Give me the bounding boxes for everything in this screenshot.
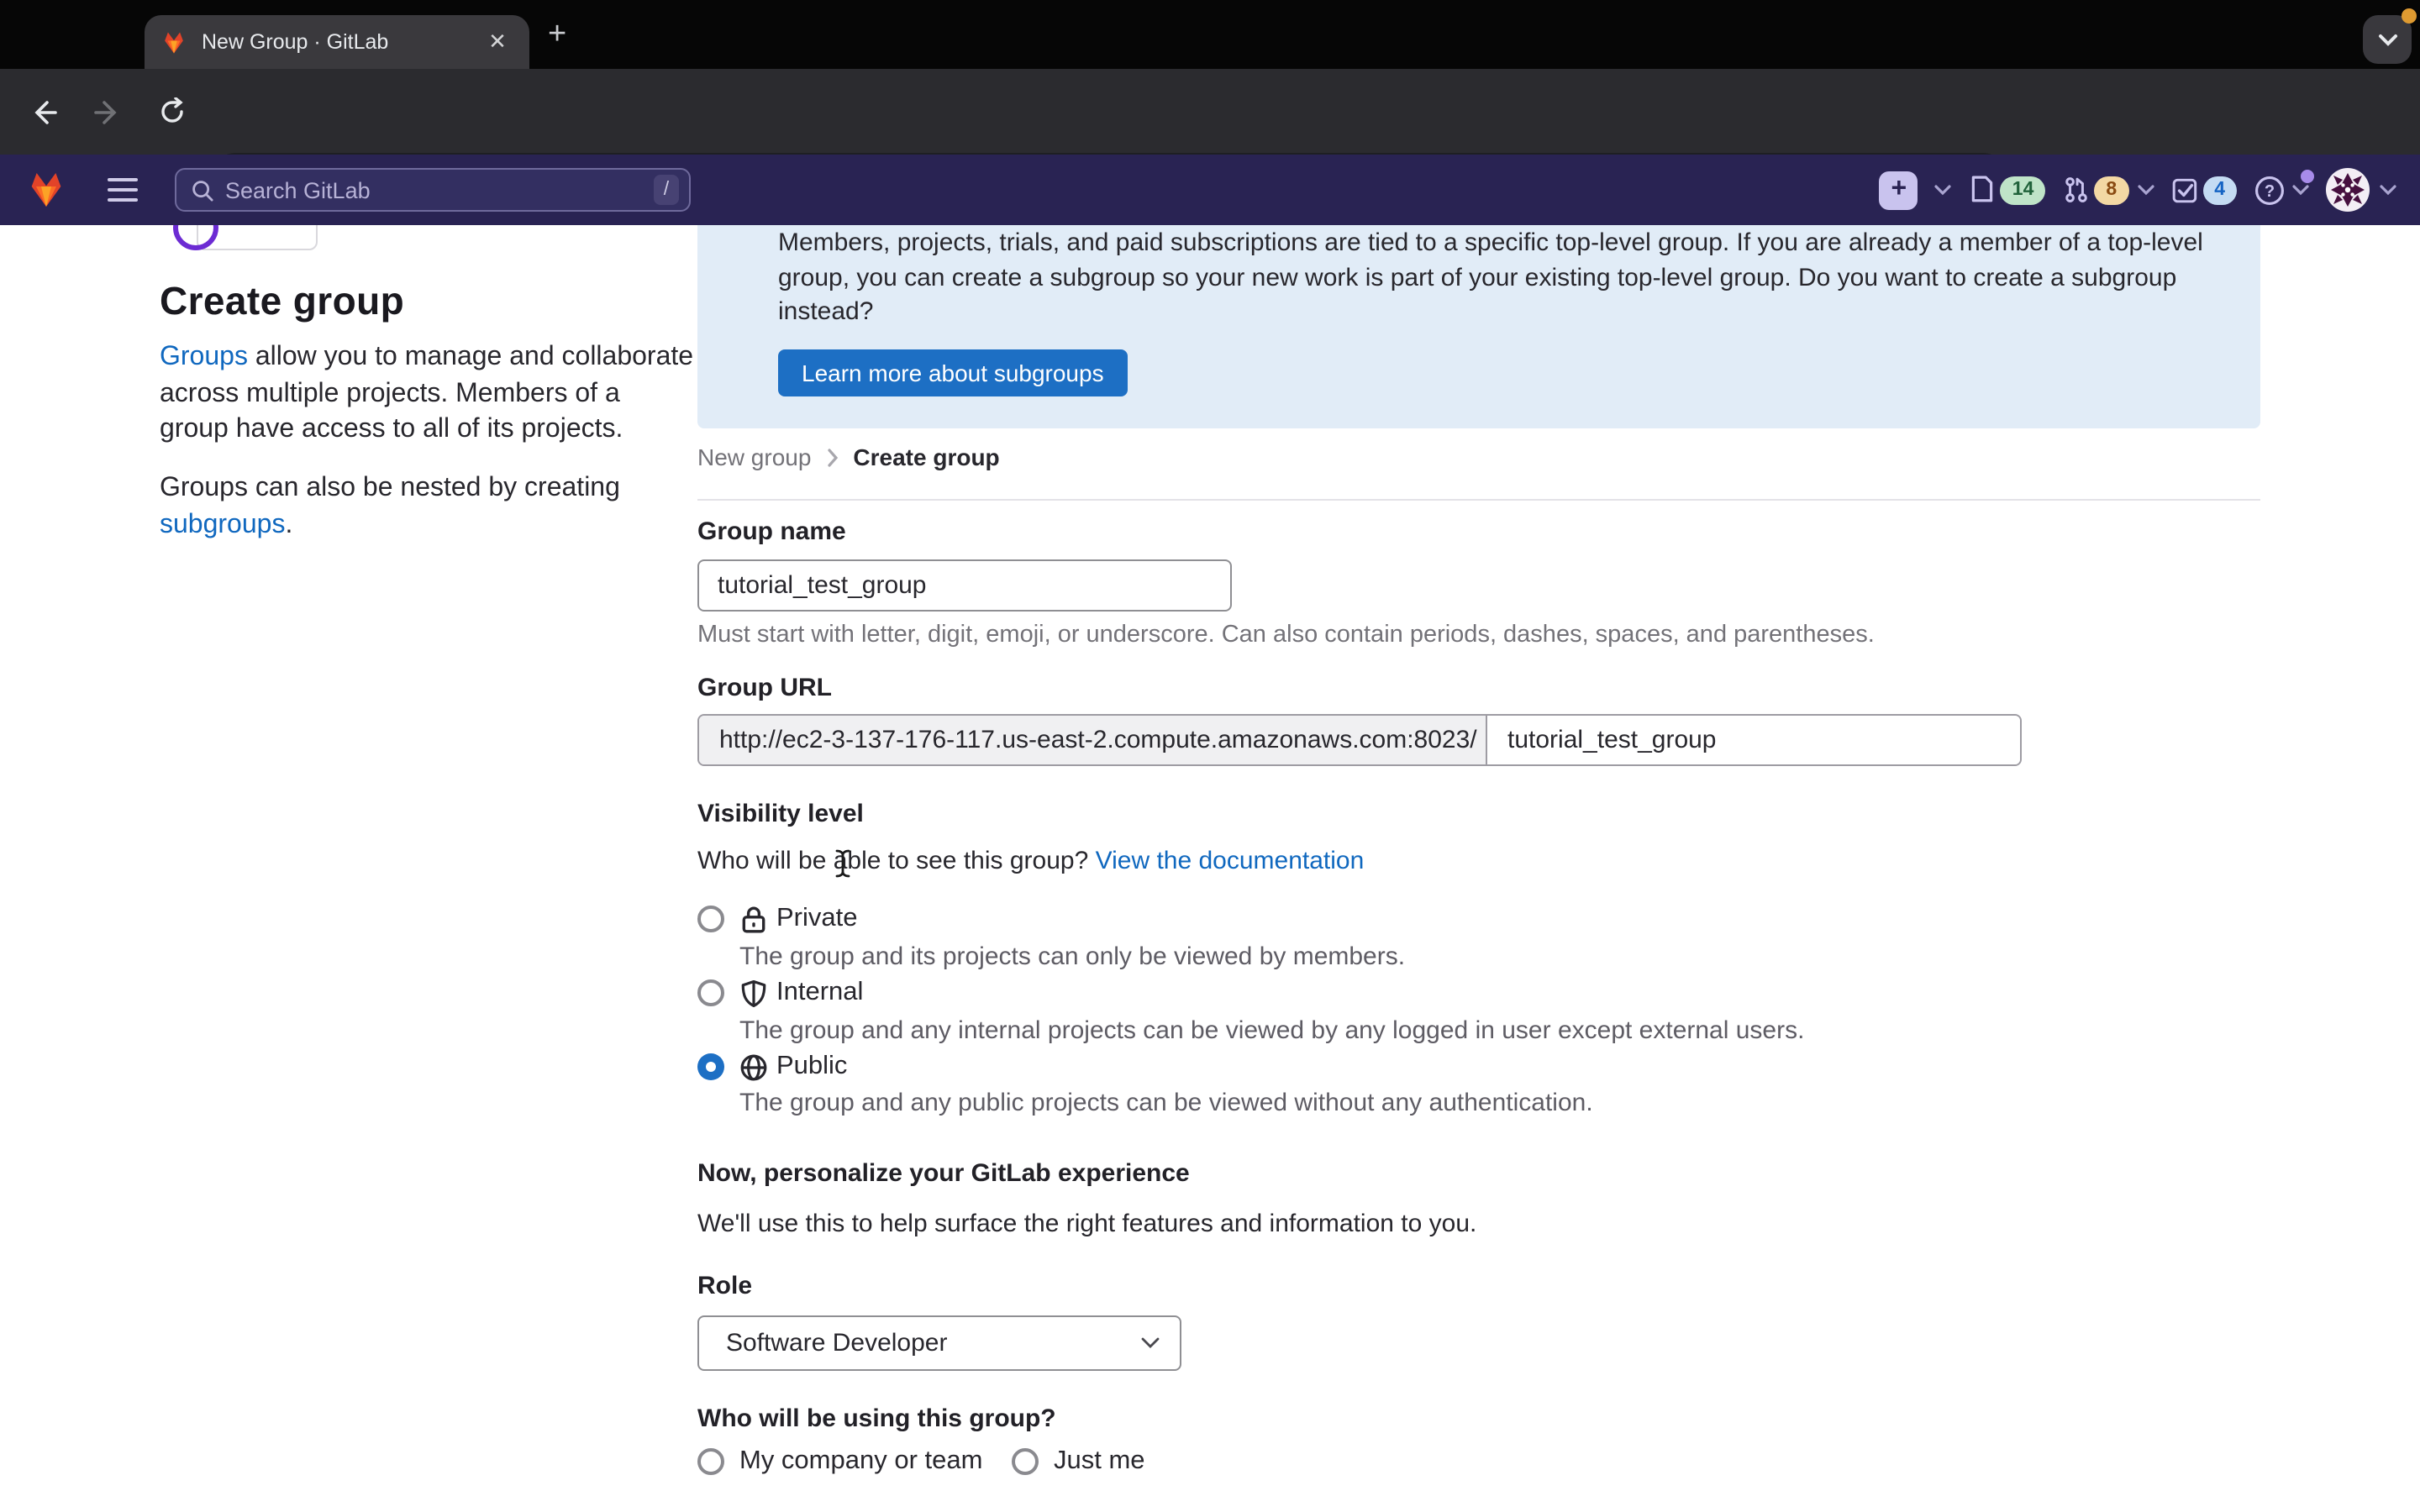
subgroups-description: Groups can also be nested by creating su… (160, 470, 620, 543)
subgroup-info-banner: Members, projects, trials, and paid subs… (697, 225, 2260, 428)
tab-search-button[interactable] (2363, 15, 2412, 64)
radio-company-or-team[interactable] (697, 1448, 724, 1475)
public-description: The group and any public projects can be… (739, 1089, 1593, 1117)
merge-requests-counter[interactable]: 8 (2062, 175, 2154, 205)
user-avatar (2326, 168, 2370, 212)
reload-button[interactable] (155, 95, 188, 129)
chevron-down-icon (2377, 33, 2397, 46)
chevron-down-icon (2292, 184, 2309, 196)
role-select-value: Software Developer (726, 1329, 1141, 1357)
visibility-label: Visibility level (697, 800, 864, 828)
group-url-input[interactable] (1487, 716, 2020, 764)
radio-just-me[interactable] (1012, 1448, 1039, 1475)
radio-internal[interactable] (697, 979, 724, 1006)
todos-counter[interactable]: 4 (2170, 175, 2237, 205)
svg-text:?: ? (2265, 181, 2275, 200)
personalize-heading: Now, personalize your GitLab experience (697, 1159, 1190, 1188)
browser-tabstrip: New Group · GitLab ✕ + (0, 0, 2420, 69)
banner-text: Members, projects, trials, and paid subs… (778, 227, 2203, 330)
groups-description: Groups allow you to manage and collabora… (160, 339, 693, 448)
internal-description: The group and any internal projects can … (739, 1016, 1804, 1045)
help-notification-dot (2301, 169, 2314, 182)
issues-count-badge: 14 (2001, 176, 2046, 204)
group-name-input[interactable] (697, 559, 1232, 612)
group-url-prefix: http://ec2-3-137-176-117.us-east-2.compu… (699, 716, 1487, 764)
issues-icon (1969, 175, 1997, 205)
search-shortcut-key: / (654, 175, 679, 205)
gitlab-favicon-icon (161, 29, 187, 55)
user-menu[interactable] (2326, 168, 2396, 212)
breadcrumb-chevron-icon (826, 448, 838, 466)
chevron-down-icon (2380, 184, 2396, 196)
browser-toolbar: Not Secure ec2-3-137-176-117.us-east-2.c… (0, 69, 2420, 155)
role-select[interactable]: Software Developer (697, 1315, 1181, 1371)
group-name-label: Group name (697, 517, 846, 546)
page-content: Create group Groups allow you to manage … (0, 155, 2420, 1512)
radio-internal-label[interactable]: Internal (776, 978, 863, 1008)
private-description: The group and its projects can only be v… (739, 942, 1405, 971)
issues-counter[interactable]: 14 (1969, 175, 2046, 205)
screen: New Group · GitLab ✕ + Not Secure ec2-3-… (0, 0, 2420, 1512)
new-tab-button[interactable]: + (548, 22, 566, 49)
radio-just-me-label[interactable]: Just me (1054, 1446, 1145, 1477)
group-name-help: Must start with letter, digit, emoji, or… (697, 622, 1875, 648)
chevron-down-icon[interactable] (1935, 184, 1952, 196)
browser-tab[interactable]: New Group · GitLab ✕ (145, 15, 529, 69)
todos-count-badge: 4 (2202, 176, 2237, 204)
breadcrumb-current: Create group (853, 444, 999, 470)
who-label: Who will be using this group? (697, 1404, 1056, 1433)
search-icon (192, 179, 213, 201)
section-divider (697, 499, 2260, 501)
search-placeholder: Search GitLab (225, 177, 654, 202)
update-indicator-dot (2402, 8, 2417, 24)
forward-button[interactable] (91, 95, 124, 129)
gitlab-navbar: Search GitLab / + 14 8 4 ? (0, 155, 2420, 225)
tab-close-icon[interactable]: ✕ (482, 27, 513, 57)
lock-icon (739, 906, 768, 934)
radio-private-label[interactable]: Private (776, 904, 858, 934)
text-cursor (834, 848, 852, 887)
view-documentation-link[interactable]: View the documentation (1096, 847, 1365, 875)
groups-link[interactable]: Groups (160, 343, 248, 371)
group-url-label: Group URL (697, 674, 832, 702)
tab-title: New Group · GitLab (202, 30, 482, 54)
page-title: Create group (160, 279, 404, 324)
chevron-down-icon (2137, 184, 2154, 196)
personalize-subtext: We'll use this to help surface the right… (697, 1210, 1476, 1238)
todo-check-icon (2170, 175, 2199, 205)
main-menu-hamburger-icon[interactable] (108, 178, 138, 202)
group-url-field: http://ec2-3-137-176-117.us-east-2.compu… (697, 714, 2022, 766)
merge-requests-count-badge: 8 (2094, 176, 2128, 204)
role-label: Role (697, 1272, 752, 1300)
radio-public[interactable] (697, 1053, 724, 1080)
breadcrumb: New group Create group (697, 444, 1000, 470)
gitlab-logo-icon[interactable] (25, 170, 67, 210)
create-new-button[interactable]: + (1880, 171, 1918, 209)
help-icon: ? (2254, 174, 2286, 206)
merge-request-icon (2062, 175, 2091, 205)
radio-public-label[interactable]: Public (776, 1052, 847, 1082)
back-button[interactable] (27, 95, 60, 129)
visibility-question: Who will be able to see this group? View… (697, 847, 1364, 875)
breadcrumb-parent[interactable]: New group (697, 444, 811, 470)
gitlab-search-box[interactable]: Search GitLab / (175, 168, 691, 212)
chevron-down-icon (1141, 1337, 1160, 1349)
help-menu[interactable]: ? (2254, 174, 2309, 206)
globe-icon (739, 1053, 768, 1082)
radio-private[interactable] (697, 906, 724, 932)
subgroups-link[interactable]: subgroups (160, 510, 285, 538)
shield-icon (739, 979, 768, 1008)
learn-more-subgroups-button[interactable]: Learn more about subgroups (778, 349, 1128, 396)
radio-company-label[interactable]: My company or team (739, 1446, 982, 1477)
